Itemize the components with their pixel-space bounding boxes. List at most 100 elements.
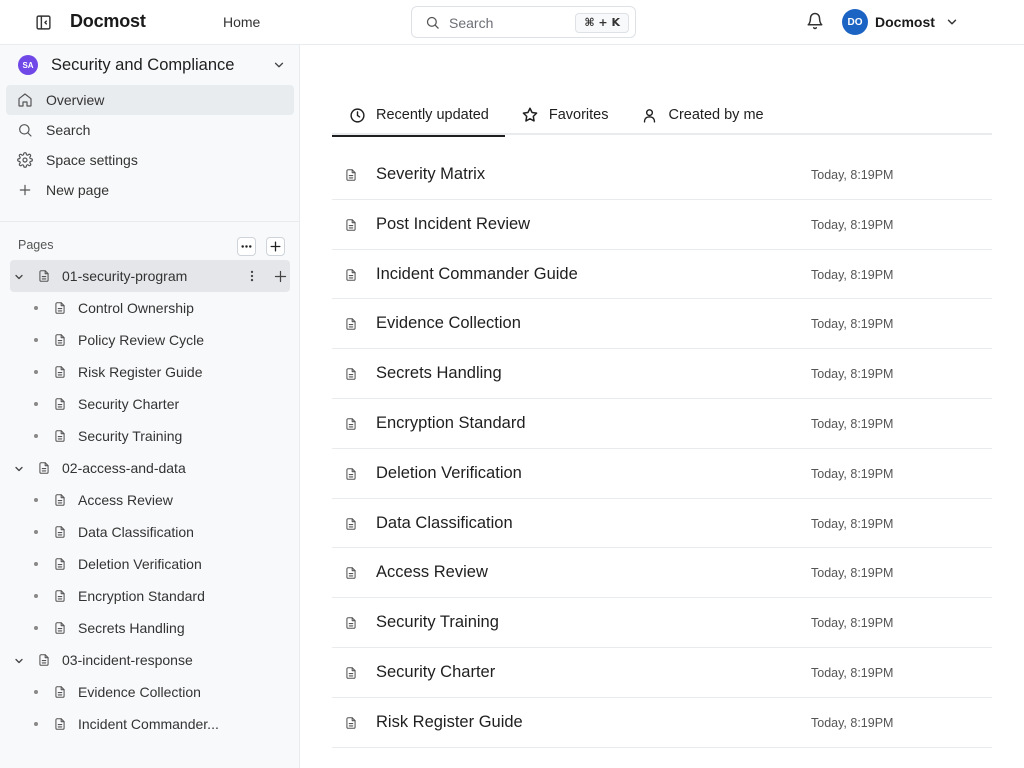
document-icon <box>344 416 358 432</box>
list-item[interactable]: Risk Register Guide Today, 8:19PM <box>332 698 992 748</box>
clock-icon <box>348 106 366 124</box>
document-icon <box>37 652 51 668</box>
tree-item[interactable]: 03-incident-response <box>10 644 290 676</box>
updated-time: Today, 8:19PM <box>811 516 894 531</box>
app-logo-text[interactable]: Docmost <box>70 11 146 32</box>
tree-item[interactable]: Policy Review Cycle <box>10 324 290 356</box>
tree-item-label: Incident Commander... <box>78 716 219 732</box>
space-switcher[interactable]: SA Security and Compliance <box>10 51 292 79</box>
nav-item-label: Search <box>46 122 91 138</box>
home-icon <box>17 92 33 108</box>
document-icon <box>344 267 358 283</box>
page-title: Severity Matrix <box>376 165 486 183</box>
tab-favorites[interactable]: Favorites <box>505 95 625 135</box>
tab-created-by-me[interactable]: Created by me <box>625 95 780 135</box>
updated-time: Today, 8:19PM <box>811 566 894 581</box>
tree-item-label: Secrets Handling <box>78 620 185 636</box>
document-icon <box>344 366 358 382</box>
tree-item[interactable]: 02-access-and-data <box>10 452 290 484</box>
pages-more-button[interactable] <box>237 237 256 256</box>
document-icon <box>53 364 67 380</box>
chevron-down-icon[interactable] <box>13 654 25 666</box>
nav-item-space-settings[interactable]: Space settings <box>6 145 294 175</box>
tree-item[interactable]: Deletion Verification <box>10 548 290 580</box>
add-page-button[interactable] <box>266 237 285 256</box>
nav-item-search[interactable]: Search <box>6 115 294 145</box>
updated-time: Today, 8:19PM <box>811 416 894 431</box>
nav-item-overview[interactable]: Overview <box>6 85 294 115</box>
top-header: Docmost Home Search ⌘ + K DO Docmost <box>0 0 1024 45</box>
chevron-down-icon[interactable] <box>13 270 25 282</box>
document-icon <box>344 217 358 233</box>
tree-item[interactable]: Control Ownership <box>10 292 290 324</box>
list-item[interactable]: Encryption Standard Today, 8:19PM <box>332 399 992 449</box>
bullet-icon <box>34 306 38 310</box>
list-item[interactable]: Incident Commander Guide Today, 8:19PM <box>332 250 992 300</box>
tab-recently-updated[interactable]: Recently updated <box>332 95 505 137</box>
page-title: Secrets Handling <box>376 364 502 383</box>
tree-item-label: Policy Review Cycle <box>78 332 205 348</box>
tab-label: Created by me <box>668 107 764 123</box>
tree-item[interactable]: Evidence Collection <box>10 676 290 708</box>
tab-label: Recently updated <box>376 107 489 123</box>
user-menu[interactable]: DO Docmost <box>842 9 959 35</box>
home-link[interactable]: Home <box>223 14 260 30</box>
list-item[interactable]: Deletion Verification Today, 8:19PM <box>332 449 992 499</box>
page-title: Security Charter <box>376 662 496 681</box>
updated-time: Today, 8:19PM <box>811 367 894 382</box>
tree-item[interactable]: Risk Register Guide <box>10 356 290 388</box>
list-item[interactable]: Post Incident Review Today, 8:19PM <box>332 200 992 250</box>
page-title: Data Classification <box>376 513 513 532</box>
sidebar-divider <box>0 221 299 222</box>
document-icon <box>53 300 67 316</box>
bullet-icon <box>34 434 38 438</box>
tree-item-label: Security Charter <box>78 396 180 412</box>
tree-item[interactable]: Secrets Handling <box>10 612 290 644</box>
tree-item-label: Deletion Verification <box>78 556 202 572</box>
document-icon <box>344 167 358 183</box>
bullet-icon <box>34 498 38 502</box>
search-input[interactable]: Search ⌘ + K <box>411 6 636 38</box>
tree-item[interactable]: Data Classification <box>10 516 290 548</box>
tree-item[interactable]: Incident Commander... <box>10 708 290 740</box>
tree-item[interactable]: Access Review <box>10 484 290 516</box>
chevron-down-icon <box>945 15 959 29</box>
tree-item[interactable]: Security Charter <box>10 388 290 420</box>
updated-time: Today, 8:19PM <box>811 217 894 232</box>
list-item[interactable]: Security Charter Today, 8:19PM <box>332 648 992 698</box>
document-icon <box>53 332 67 348</box>
list-item[interactable]: Severity Matrix Today, 8:19PM <box>332 150 992 200</box>
document-icon <box>53 684 67 700</box>
page-title: Incident Commander Guide <box>376 264 578 283</box>
page-title: Encryption Standard <box>376 413 526 432</box>
document-icon <box>53 524 67 540</box>
tree-item-label: Evidence Collection <box>78 684 201 700</box>
tree-item-label: Data Classification <box>78 524 194 540</box>
nav-item-label: New page <box>46 182 110 198</box>
tree-item[interactable]: 01-security-program <box>10 260 290 292</box>
page-title: Security Training <box>376 613 499 632</box>
document-icon <box>53 716 67 732</box>
space-name: Security and Compliance <box>51 55 235 74</box>
bullet-icon <box>34 338 38 342</box>
bell-icon[interactable] <box>806 12 824 30</box>
tree-item[interactable]: Security Training <box>10 420 290 452</box>
list-item[interactable]: Data Classification Today, 8:19PM <box>332 499 992 549</box>
sidebar-toggle-icon[interactable] <box>33 12 53 32</box>
tree-item[interactable]: Encryption Standard <box>10 580 290 612</box>
updated-time: Today, 8:19PM <box>811 168 894 182</box>
list-item[interactable]: Secrets Handling Today, 8:19PM <box>332 349 992 399</box>
plus-icon[interactable] <box>270 266 290 286</box>
list-item[interactable]: Access Review Today, 8:19PM <box>332 548 992 599</box>
updated-time: Today, 8:19PM <box>811 616 894 631</box>
document-icon <box>37 460 51 476</box>
document-icon <box>37 268 51 284</box>
list-item[interactable]: Evidence Collection Today, 8:19PM <box>332 299 992 350</box>
more-vertical-icon[interactable] <box>242 266 262 286</box>
page-title: Risk Register Guide <box>376 712 523 731</box>
pages-section-label: Pages <box>18 238 54 252</box>
chevron-down-icon[interactable] <box>13 462 25 474</box>
list-item[interactable]: Security Training Today, 8:19PM <box>332 598 992 648</box>
nav-item-new-page[interactable]: New page <box>6 175 294 205</box>
document-icon <box>53 588 67 604</box>
